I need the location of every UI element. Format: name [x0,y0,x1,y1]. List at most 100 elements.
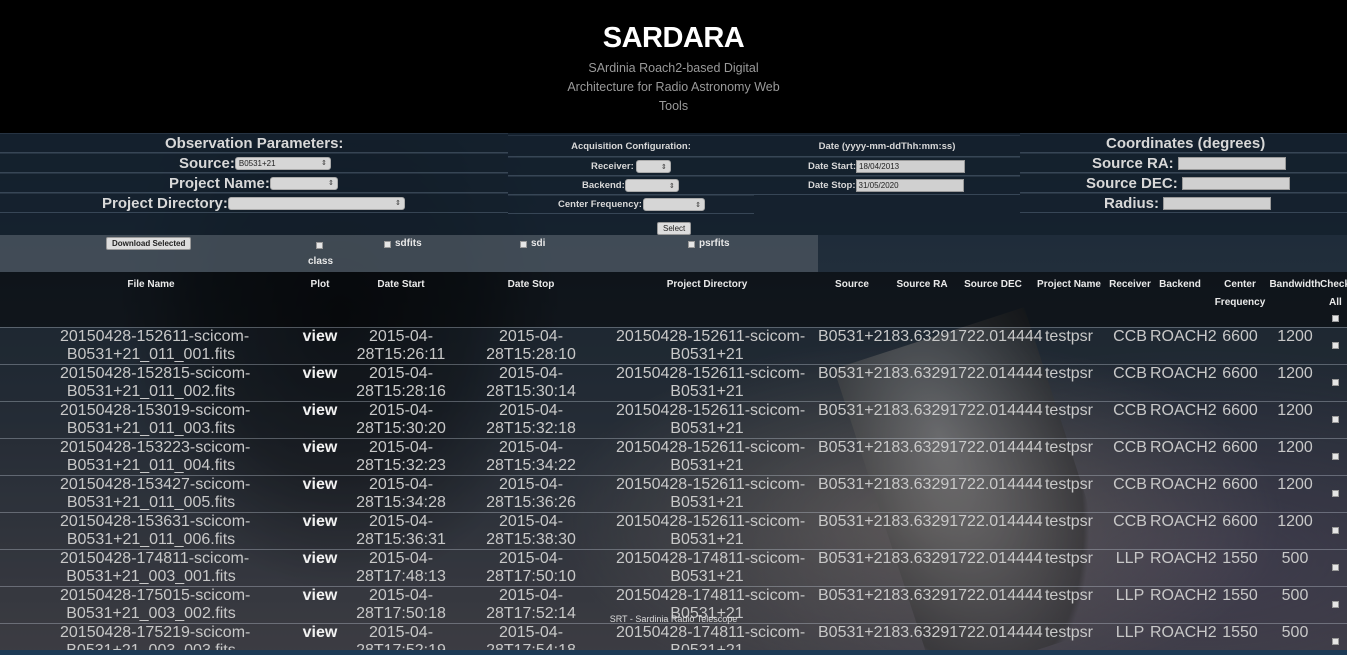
source-dec-label: Source DEC: [1086,174,1178,192]
source-coordinates-cell: B0531+2183.63291722.014444 [818,402,1043,419]
row-checkbox[interactable] [1332,416,1339,423]
chevron-updown-icon: ⇕ [395,200,401,207]
center-frequency-cell: 6600 [1222,365,1258,382]
chevron-updown-icon: ⇕ [320,160,327,167]
view-link[interactable]: view [295,476,345,494]
bandwidth-cell: 1200 [1277,439,1313,456]
backend-cell: ROACH2 [1150,513,1217,530]
sdi-label: sdi [531,238,546,249]
project-name-label: Project Name: [169,174,270,192]
date-stop-cell: 2015-04- 28T15:32:18 [486,402,576,437]
center-frequency-cell: 6600 [1222,402,1258,419]
source-dec-input[interactable] [1181,176,1290,190]
row-checkbox[interactable] [1332,527,1339,534]
table-row: 20150428-153427-scicom- B0531+21_011_005.… [0,475,1347,512]
sdfits-checkbox[interactable] [384,241,391,248]
center-frequency-cell: 1550 [1222,624,1258,641]
date-stop-cell: 2015-04- 28T15:38:30 [486,513,576,548]
bandwidth-cell: 1200 [1277,365,1313,382]
date-start-label: Date Start: [808,161,857,172]
receiver-select[interactable]: ⇕ [635,160,671,173]
date-stop-input[interactable]: 31/05/2020 [855,179,964,192]
chevron-updown-icon: ⇕ [660,163,667,171]
sdi-checkbox[interactable] [520,241,527,248]
backend-select[interactable]: ⇕ [624,179,679,192]
file-name-cell: 20150428-153427-scicom- B0531+21_011_005.… [60,476,251,511]
backend-cell: ROACH2 [1150,476,1217,493]
backend-cell: ROACH2 [1150,328,1217,345]
file-name-cell: 20150428-153019-scicom- B0531+21_011_003.… [60,402,251,437]
row-checkbox[interactable] [1332,601,1339,608]
view-link[interactable]: view [295,402,345,420]
source-coordinates-cell: B0531+2183.63291722.014444 [818,328,1043,345]
row-checkbox[interactable] [1332,638,1339,645]
project-name-cell: testpsr [1044,624,1093,641]
project-directory-cell: 20150428-152611-scicom- B0531+21 [616,513,806,548]
project-directory-label: Project Directory: [102,194,228,212]
center-frequency-cell: 6600 [1222,439,1258,456]
column-header-plot: Plot [310,279,330,290]
footer-caption: SRT - Sardinia Radio Telescope [609,614,738,624]
receiver-cell: CCB [1113,476,1147,493]
source-select[interactable]: B0531+21 ⇕ [234,156,331,170]
row-checkbox[interactable] [1332,564,1339,571]
psrfits-checkbox[interactable] [688,241,695,248]
table-row: 20150428-153019-scicom- B0531+21_011_003.… [0,401,1347,438]
project-name-cell: testpsr [1044,550,1093,567]
date-start-cell: 2015-04- 28T15:28:16 [356,365,446,400]
receiver-label: Receiver: [591,161,634,172]
bandwidth-cell: 500 [1281,550,1309,567]
view-link[interactable]: view [295,513,345,531]
date-start-input[interactable]: 18/04/2013 [856,160,966,173]
date-stop-cell: 2015-04- 28T15:34:22 [486,439,576,474]
coordinates: Coordinates (degrees) Source RA: Source … [1020,133,1347,213]
column-header-project-name: Project Name [1037,279,1101,290]
view-link[interactable]: view [295,365,345,383]
view-link[interactable]: view [295,624,345,642]
center-frequency-select[interactable]: ⇕ [642,198,705,211]
row-checkbox[interactable] [1332,490,1339,497]
class-checkbox[interactable] [316,242,323,249]
view-link[interactable]: view [295,328,345,346]
project-name-select[interactable]: ⇕ [269,176,338,190]
psrfits-label: psrfits [699,238,730,249]
date-stop-cell: 2015-04- 28T17:50:10 [486,550,576,585]
center-frequency-label: Center Frequency: [558,199,642,210]
bandwidth-cell: 1200 [1277,402,1313,419]
row-checkbox[interactable] [1332,379,1339,386]
source-label: Source: [179,154,235,172]
file-name-cell: 20150428-152611-scicom- B0531+21_011_001.… [60,328,250,363]
column-header-date-stop: Date Stop [507,279,555,290]
radius-input[interactable] [1163,196,1272,210]
acquisition-heading: Acquisition Configuration: [571,140,691,152]
view-link[interactable]: view [295,439,345,457]
sdfits-label: sdfits [395,238,422,249]
download-selected-button[interactable]: Download Selected [106,237,192,250]
bandwidth-cell: 500 [1281,624,1309,641]
table-row: 20150428-153631-scicom- B0531+21_011_006.… [0,512,1347,549]
date-start-cell: 2015-04- 28T15:30:20 [356,402,446,437]
receiver-cell: CCB [1113,328,1147,345]
source-ra-label: Source RA: [1092,154,1174,172]
page-subtitle: SArdinia Roach2-based Digital Architectu… [567,61,780,113]
check-all-checkbox[interactable] [1332,315,1339,322]
receiver-cell: LLP [1115,550,1145,567]
project-name-cell: testpsr [1044,476,1093,493]
view-link[interactable]: view [295,550,345,568]
source-ra-input[interactable] [1177,156,1286,170]
chevron-updown-icon: ⇕ [668,182,675,190]
column-header-project-directory: Project Directory [666,279,748,290]
bandwidth-cell: 500 [1281,587,1309,604]
row-checkbox[interactable] [1332,342,1339,349]
date-start-cell: 2015-04- 28T15:34:28 [356,476,446,511]
view-link[interactable]: view [295,587,345,605]
bandwidth-cell: 1200 [1277,513,1313,530]
class-label: class [308,256,334,267]
receiver-cell: CCB [1113,513,1147,530]
select-button[interactable]: Select [657,222,692,235]
row-checkbox[interactable] [1332,453,1339,460]
file-name-cell: 20150428-174811-scicom- B0531+21_003_001.… [60,550,250,585]
date-start-cell: 2015-04- 28T15:26:11 [356,328,446,363]
project-directory-select[interactable]: ⇕ [227,196,405,210]
table-row: 20150428-152611-scicom- B0531+21_011_001.… [0,327,1347,364]
